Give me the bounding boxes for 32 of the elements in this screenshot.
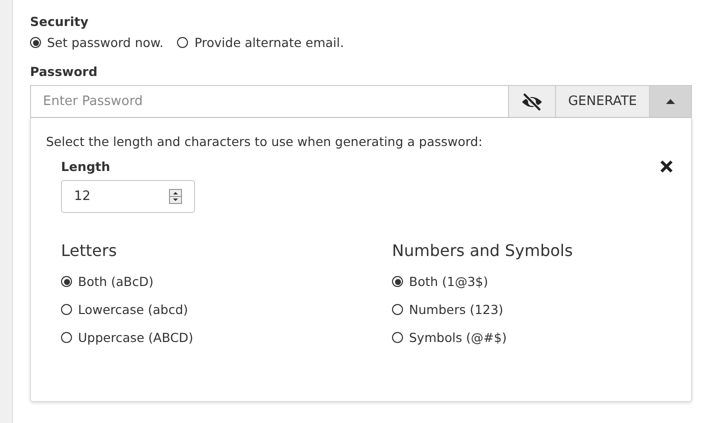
radio-icon[interactable]: [177, 37, 188, 48]
radio-option[interactable]: Numbers (123): [392, 302, 676, 317]
section-label: Security: [30, 14, 88, 29]
close-button[interactable]: [660, 160, 673, 173]
length-field[interactable]: 12: [61, 180, 195, 213]
generate-button[interactable]: GENERATE: [556, 85, 650, 118]
field-label: Password: [30, 64, 98, 79]
spinner-icon: [169, 189, 182, 204]
radio-option[interactable]: Provide alternate email.: [177, 35, 344, 50]
instructions-text: Select the length and characters to use when generating a password:: [46, 134, 484, 149]
radio-option[interactable]: Both (aBcD): [61, 274, 392, 289]
radio-option[interactable]: Lowercase (abcd): [61, 302, 392, 317]
radio-icon[interactable]: [61, 304, 72, 315]
password-field[interactable]: Enter Password: [30, 85, 509, 118]
field-label: Length: [61, 159, 110, 174]
radio-icon[interactable]: [392, 304, 403, 315]
eye-slash-icon: [520, 92, 544, 110]
visibility-button[interactable]: [509, 85, 556, 118]
close-icon: [660, 160, 673, 173]
group-title: Numbers and Symbols: [392, 241, 573, 260]
radio-icon[interactable]: [392, 276, 403, 287]
radio-icon[interactable]: [61, 276, 72, 287]
toggle-button[interactable]: [650, 85, 692, 118]
radio-option[interactable]: Uppercase (ABCD): [61, 330, 392, 345]
group-title: Letters: [61, 241, 117, 260]
caret-icon: [666, 99, 675, 104]
radio-icon[interactable]: [30, 37, 41, 48]
radio-icon[interactable]: [61, 332, 72, 343]
radio-option[interactable]: Both (1@3$): [392, 274, 676, 289]
radio-icon[interactable]: [392, 332, 403, 343]
radio-option[interactable]: Symbols (@#$): [392, 330, 676, 345]
radio-option[interactable]: Set password now.: [30, 35, 164, 50]
